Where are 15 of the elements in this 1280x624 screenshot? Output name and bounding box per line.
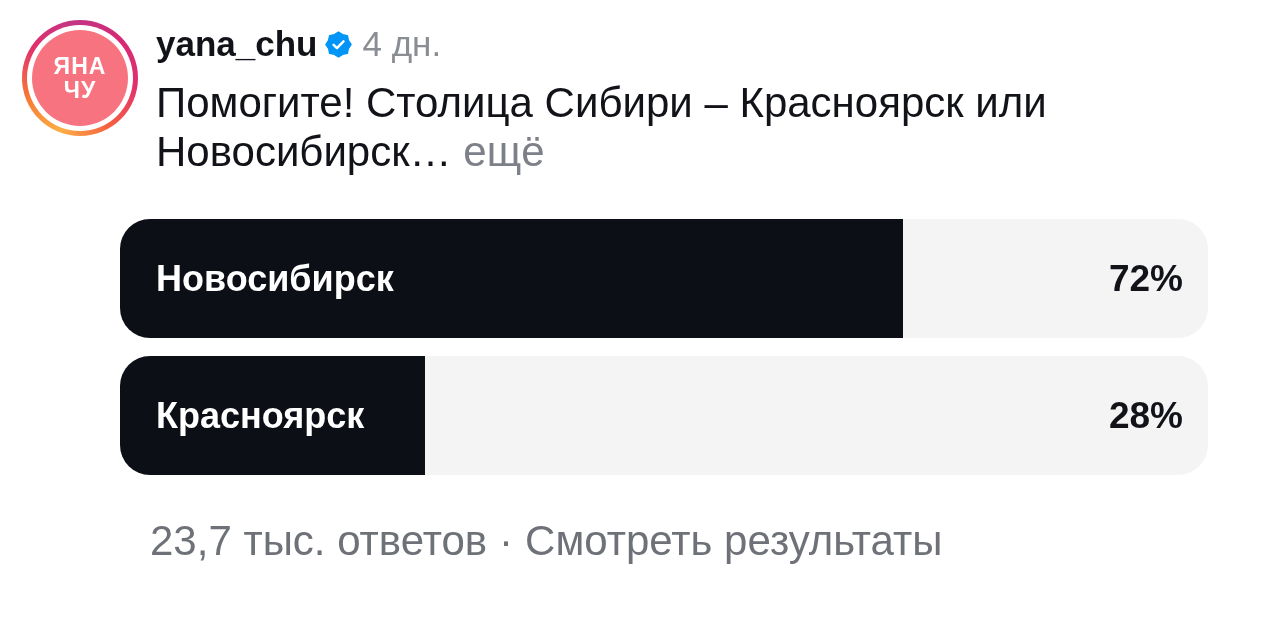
avatar-text: ЧУ (63, 78, 97, 102)
response-count: 23,7 тыс. ответов (150, 518, 488, 564)
view-results-link[interactable]: Смотреть результаты (525, 518, 943, 564)
poll-option-label: Новосибирск (156, 256, 394, 301)
caption-text: Помогите! Столица Сибири – Красноярск или Новосибирск… ещё (156, 78, 1048, 176)
poll-option-bar[interactable]: Новосибирск 72% (120, 219, 1208, 338)
poll-option-label: Красноярск (156, 393, 365, 438)
poll-percent: 72% (1108, 256, 1183, 301)
post-time: 4 дн. (362, 22, 442, 65)
avatar-text: ЯНА (53, 54, 107, 78)
separator-text: · (499, 518, 514, 564)
more-link[interactable]: ещё (463, 128, 545, 175)
username-link[interactable]: yana_chu (156, 17, 318, 71)
poll-option-bar[interactable]: Красноярск 28% (120, 356, 1208, 475)
poll-percent: 28% (1108, 393, 1183, 438)
